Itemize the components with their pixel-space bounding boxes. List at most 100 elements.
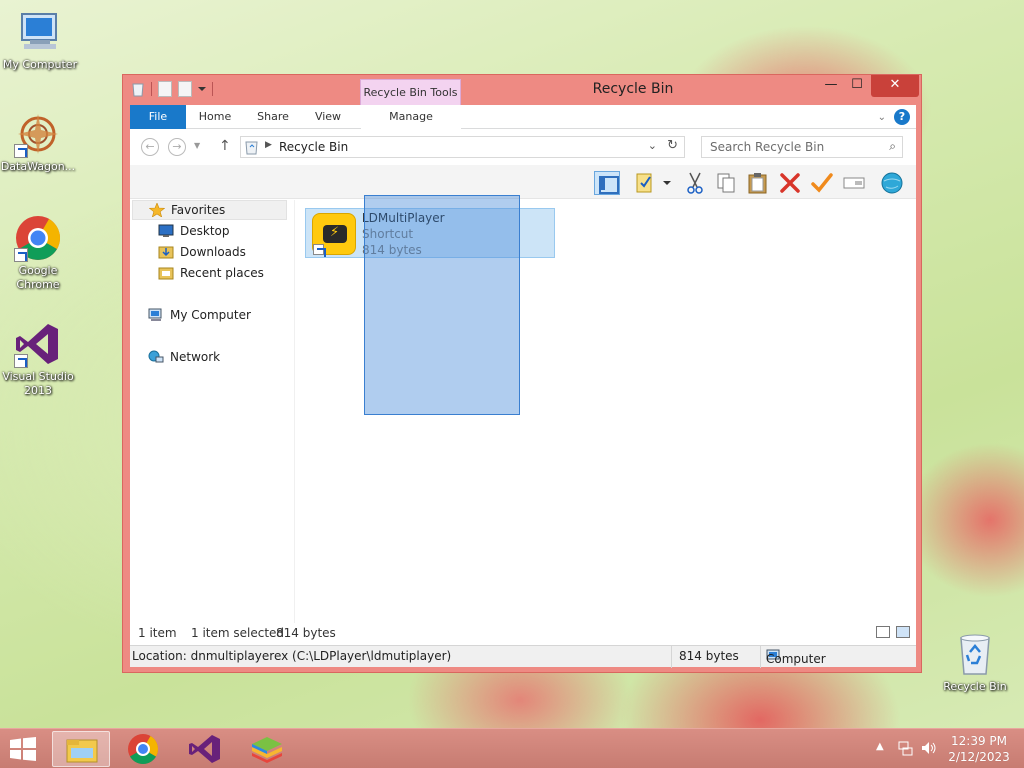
taskbar-chrome[interactable] [114, 731, 172, 767]
shortcut-arrow-icon [14, 354, 28, 368]
expand-ribbon-icon[interactable]: ⌄ [878, 112, 886, 123]
bluestacks-icon [252, 737, 282, 763]
maximize-button[interactable]: ☐ [844, 75, 870, 97]
quick-access-toolbar [131, 81, 213, 97]
tab-file[interactable]: File [130, 105, 186, 129]
drag-selection-rectangle [364, 195, 520, 415]
network-icon [148, 350, 164, 364]
windows-logo-icon [10, 737, 36, 761]
properties-check-icon[interactable] [633, 171, 659, 195]
shortcut-arrow-icon [313, 244, 324, 255]
nav-item-label: Recent places [180, 266, 264, 280]
desktop-icon-datawagon[interactable]: DataWagon... [0, 110, 78, 174]
window-title: Recycle Bin [592, 81, 674, 97]
new-folder-icon[interactable] [178, 81, 192, 97]
dropdown-arrow-icon[interactable] [661, 171, 673, 195]
help-icon[interactable]: ? [894, 109, 910, 125]
recent-locations-icon[interactable]: ▼ [194, 141, 200, 150]
system-clock[interactable]: 12:39 PM 2/12/2023 [944, 733, 1014, 765]
close-button[interactable]: ✕ [871, 75, 919, 97]
cut-icon[interactable] [682, 171, 708, 195]
desktop-icon-google-chrome[interactable]: Google Chrome [0, 214, 78, 292]
customize-dropdown-icon[interactable] [198, 87, 206, 91]
details-size: 814 bytes [679, 649, 739, 663]
item-count: 1 item [138, 626, 177, 640]
shortcut-arrow-icon [14, 144, 28, 158]
show-hidden-icons-icon[interactable]: ▲ [876, 741, 884, 752]
properties-icon[interactable] [158, 81, 172, 97]
location-text: Location: dnmultiplayerex (C:\LDPlayer\l… [132, 649, 452, 663]
taskbar-visual-studio[interactable] [176, 731, 234, 767]
recycle-bin-small-icon [245, 140, 258, 155]
recycle-bin-small-icon [131, 81, 145, 97]
nav-network-label: Network [170, 350, 221, 364]
nav-desktop[interactable]: Desktop [158, 221, 230, 241]
navigation-pane-button[interactable] [594, 171, 620, 195]
ribbon-tabs: File Home Share View Manage ⌄ ? [130, 105, 916, 129]
computer-icon [148, 308, 164, 322]
globe-icon[interactable] [879, 171, 905, 195]
up-button[interactable]: ↑ [219, 138, 231, 154]
breadcrumb-chevron-icon[interactable]: ▶ [265, 140, 272, 150]
desktop-icon-visual-studio[interactable]: Visual Studio 2013 [0, 320, 78, 398]
taskbar-file-explorer[interactable] [52, 731, 110, 767]
network-tray-icon[interactable] [897, 740, 913, 759]
desktop-icon-label: Google Chrome [16, 264, 60, 291]
copy-icon[interactable] [713, 171, 739, 195]
recycle-bin-tools-tab: Recycle Bin Tools [360, 79, 461, 105]
rename-icon[interactable] [841, 171, 867, 195]
forward-button[interactable]: → [168, 138, 186, 156]
computer-icon [16, 8, 64, 56]
nav-item-label: Downloads [180, 245, 246, 259]
separator [671, 646, 672, 668]
ldmultiplayer-icon: ⚡ [312, 213, 356, 255]
search-icon[interactable]: ⌕ [889, 139, 896, 154]
toolbar [130, 165, 916, 199]
large-icons-view-icon[interactable] [896, 626, 910, 638]
refresh-icon[interactable]: ↻ [667, 138, 678, 153]
taskbar-bluestacks[interactable] [238, 731, 296, 767]
start-button[interactable] [8, 737, 38, 761]
nav-favorites[interactable]: Favorites [132, 200, 287, 220]
address-dropdown-icon[interactable]: ⌄ [648, 139, 657, 152]
tab-manage[interactable]: Manage [361, 105, 461, 129]
star-icon [148, 202, 166, 218]
zone-label: Computer [766, 652, 826, 666]
desktop-icon-label: Recycle Bin [943, 680, 1007, 693]
minimize-button[interactable]: — [818, 75, 844, 97]
window-body: File Home Share View Manage ⌄ ? ← → ▼ ↑ … [130, 105, 916, 668]
tab-home[interactable]: Home [190, 105, 240, 129]
status-bar: 1 item 1 item selected 814 bytes [130, 623, 916, 645]
nav-downloads[interactable]: Downloads [158, 242, 246, 262]
downloads-icon [158, 245, 174, 259]
address-row: ← → ▼ ↑ ▶ Recycle Bin ⌄ ↻ Search Recycle… [130, 129, 916, 165]
back-button[interactable]: ← [141, 138, 159, 156]
datawagon-icon [14, 110, 62, 158]
volume-icon[interactable] [920, 740, 938, 759]
selected-size: 814 bytes [276, 626, 336, 640]
desktop-icon-recycle-bin[interactable]: Recycle Bin [935, 630, 1015, 694]
restore-check-icon[interactable] [809, 171, 835, 195]
tab-view[interactable]: View [305, 105, 351, 129]
navigation-pane: Favorites Desktop Downloads Recent place… [130, 200, 290, 630]
nav-network[interactable]: Network [148, 347, 220, 367]
desktop-icon-my-computer[interactable]: My Computer [0, 8, 80, 72]
address-bar[interactable]: ▶ Recycle Bin ⌄ ↻ [240, 136, 685, 158]
nav-computer-label: My Computer [170, 308, 251, 322]
paste-icon[interactable] [745, 171, 771, 195]
selected-count: 1 item selected [191, 626, 285, 640]
chrome-icon [128, 734, 158, 765]
nav-recent-places[interactable]: Recent places [158, 263, 264, 283]
title-bar[interactable]: Recycle Bin Tools Recycle Bin — ☐ ✕ [123, 75, 921, 105]
recent-places-icon [158, 266, 174, 280]
recycle-bin-icon [951, 630, 999, 678]
search-input[interactable]: Search Recycle Bin ⌕ [701, 136, 903, 158]
separator [212, 82, 213, 96]
pane-divider[interactable] [294, 200, 295, 630]
details-view-icon[interactable] [876, 626, 890, 638]
breadcrumb[interactable]: Recycle Bin [279, 140, 348, 154]
delete-icon[interactable] [777, 171, 803, 195]
tab-share[interactable]: Share [248, 105, 298, 129]
desktop-icon-label: My Computer [2, 58, 78, 71]
nav-my-computer[interactable]: My Computer [148, 305, 251, 325]
